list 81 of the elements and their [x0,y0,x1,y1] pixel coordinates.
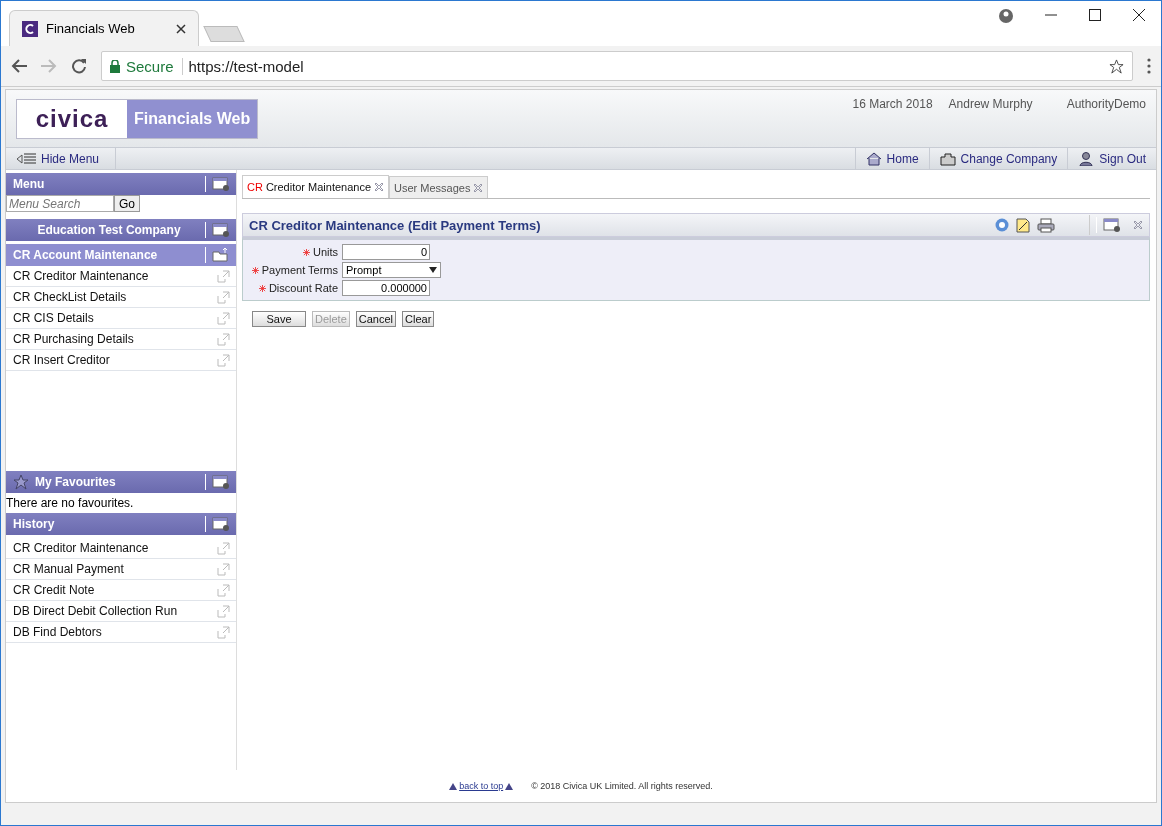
content-tab[interactable]: User Messages [389,176,489,198]
back-to-top-link[interactable]: back to top [449,781,514,791]
up-arrow-icon [505,782,514,790]
open-window-icon[interactable] [217,583,230,597]
menu-item[interactable]: CR Purchasing Details [6,329,236,350]
tab-label: Creditor Maintenance [265,181,372,193]
open-window-icon[interactable] [217,353,230,367]
menu-item[interactable]: CR Insert Creditor [6,350,236,371]
user-name: Andrew Murphy [948,97,1033,113]
new-tab-button[interactable] [203,26,245,42]
open-window-icon[interactable] [217,604,230,618]
hide-menu-button[interactable]: Hide Menu [6,148,116,169]
action-button[interactable]: Cancel [355,311,397,327]
lock-icon [110,59,120,73]
field-label: Payment Terms [251,264,338,276]
panel-title: CR Creditor Maintenance (Edit Payment Terms) [249,217,541,233]
open-window-icon[interactable] [217,625,230,639]
nav-link[interactable]: Change Company [928,148,1068,169]
menu-item[interactable]: CR Creditor Maintenance [6,266,236,287]
input-field[interactable]: 0 [342,244,430,260]
menu-item[interactable]: CR CIS Details [6,308,236,329]
nav-link[interactable]: Home [854,148,929,169]
person-icon [1078,151,1095,166]
input-field[interactable]: 0.000000 [342,280,430,296]
building-icon [939,151,956,166]
back-icon[interactable] [11,59,27,73]
field-label: Units [302,246,338,258]
date-text: 16 March 2018 [852,97,933,113]
star-icon[interactable] [1109,58,1124,74]
maximize-icon[interactable] [1089,9,1101,21]
reload-icon[interactable] [71,58,87,74]
url-text: https://test-model [188,57,305,75]
group-title: CR Account Maintenance [13,248,159,262]
company-name: Education Test Company [36,223,182,237]
caret-icon [429,267,437,273]
open-window-icon[interactable] [217,541,230,555]
field-label: Discount Rate [258,282,338,294]
tab-label: User Messages [394,181,471,194]
browser-tab[interactable]: Financials Web [9,10,199,46]
help-icon[interactable] [995,218,1009,232]
logo-text: civica [17,100,127,138]
home-icon [865,151,882,166]
address-bar[interactable]: Secure https://test-model [101,51,1133,81]
dropdown[interactable]: Prompt [342,262,441,278]
history-item[interactable]: CR Creditor Maintenance [6,538,236,559]
app-icon [22,20,38,37]
action-button[interactable]: Clear [402,311,435,327]
authority-name: AuthorityDemo [1066,97,1146,113]
content-tab[interactable]: CR Creditor Maintenance [242,175,390,198]
open-window-icon[interactable] [217,332,230,346]
history-item[interactable]: CR Credit Note [6,580,236,601]
open-window-icon[interactable] [217,269,230,283]
open-window-icon[interactable] [217,290,230,304]
favourites-title: My Favourites [35,475,116,489]
history-item[interactable]: CR Manual Payment [6,559,236,580]
close-icon[interactable] [176,23,186,34]
history-title: History [13,517,56,531]
up-arrow-icon [449,782,458,790]
history-item[interactable]: DB Find Debtors [6,622,236,643]
star-icon [13,474,29,490]
edit-note-icon[interactable] [1015,217,1031,233]
menu-icon[interactable] [1147,58,1151,74]
print-icon[interactable] [1037,217,1055,233]
product-name: Financials Web [127,100,258,138]
nav-link[interactable]: Sign Out [1067,148,1156,169]
go-button[interactable]: Go [114,195,140,212]
account-icon[interactable] [999,9,1013,23]
collapse-menu-icon [16,152,36,165]
action-button[interactable]: Save [252,311,306,327]
open-window-icon[interactable] [217,311,230,325]
menu-search-field[interactable]: Menu Search [6,195,114,212]
history-item[interactable]: DB Direct Debit Collection Run [6,601,236,622]
module-code: CR [247,181,263,193]
copyright-text: © 2018 Civica UK Limited. All rights reserved. [531,781,713,791]
empty-message: There are no favourites. [6,495,135,512]
forward-icon[interactable] [41,59,57,73]
close-icon[interactable] [1133,9,1145,21]
open-window-icon[interactable] [217,562,230,576]
menu-item[interactable]: CR CheckList Details [6,287,236,308]
menu-title: Menu [13,177,46,191]
secure-label: Secure [126,57,183,75]
